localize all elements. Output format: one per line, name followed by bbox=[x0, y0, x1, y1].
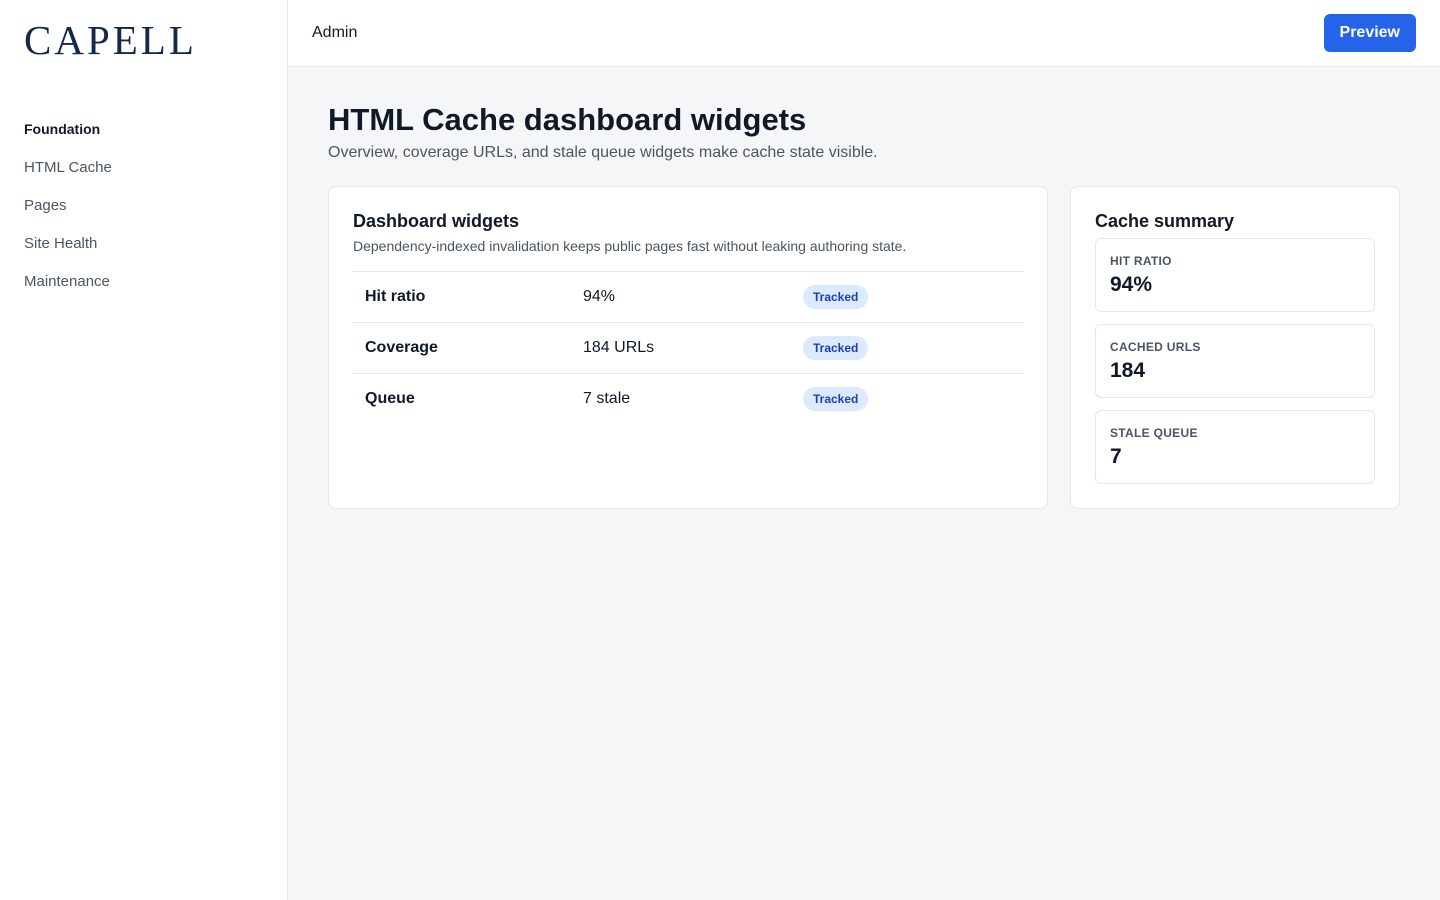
sidebar-item-site-health[interactable]: Site Health bbox=[24, 224, 263, 262]
topbar: Admin Preview bbox=[288, 0, 1440, 67]
stat-hit-ratio: HIT RATIO 94% bbox=[1095, 238, 1375, 313]
summary-card-title: Cache summary bbox=[1095, 211, 1235, 232]
stat-value: 7 bbox=[1110, 445, 1122, 469]
topbar-title: Admin bbox=[312, 24, 358, 41]
table-row: Hit ratio 94% Tracked bbox=[353, 271, 1023, 323]
stat-label: STALE QUEUE bbox=[1110, 426, 1198, 441]
dashboard-widgets-card: Dashboard widgets Dependency-indexed inv… bbox=[328, 186, 1048, 510]
row-status-cell: Tracked bbox=[803, 272, 1023, 323]
table-row: Coverage 184 URLs Tracked bbox=[353, 322, 1023, 374]
cache-summary-card: Cache summary HIT RATIO 94% CACHED URLS … bbox=[1070, 186, 1400, 510]
row-status-cell: Tracked bbox=[803, 374, 1023, 425]
sidebar-nav: Foundation HTML Cache Pages Site Health … bbox=[24, 110, 263, 300]
sidebar-item-html-cache[interactable]: HTML Cache bbox=[24, 148, 263, 186]
stat-value: 94% bbox=[1110, 273, 1153, 297]
main-area: Admin Preview HTML Cache dashboard widge… bbox=[288, 0, 1440, 900]
app-shell: CAPELL Foundation HTML Cache Pages Site … bbox=[0, 0, 1440, 900]
row-status-cell: Tracked bbox=[803, 323, 1023, 374]
sidebar-item-maintenance[interactable]: Maintenance bbox=[24, 262, 263, 300]
row-value: 7 stale bbox=[583, 390, 631, 408]
status-badge: Tracked bbox=[803, 285, 869, 310]
brand-logo[interactable]: CAPELL bbox=[24, 19, 197, 61]
widgets-card-title: Dashboard widgets bbox=[353, 211, 520, 232]
row-value: 184 URLs bbox=[583, 339, 655, 357]
stat-stale-queue: STALE QUEUE 7 bbox=[1095, 410, 1375, 485]
stat-list: HIT RATIO 94% CACHED URLS 184 STALE QUEU… bbox=[1095, 238, 1375, 485]
row-label: Queue bbox=[365, 390, 415, 408]
status-badge: Tracked bbox=[803, 387, 869, 412]
preview-button[interactable]: Preview bbox=[1323, 14, 1416, 52]
row-label: Hit ratio bbox=[365, 288, 426, 306]
row-label: Coverage bbox=[365, 339, 438, 357]
status-badge: Tracked bbox=[803, 336, 869, 361]
table-row: Queue 7 stale Tracked bbox=[353, 373, 1023, 425]
page-title: HTML Cache dashboard widgets bbox=[328, 102, 807, 137]
sidebar-item-pages[interactable]: Pages bbox=[24, 186, 263, 224]
content: HTML Cache dashboard widgets Overview, c… bbox=[288, 67, 1440, 510]
widgets-card-description: Dependency-indexed invalidation keeps pu… bbox=[353, 238, 907, 255]
widgets-table: Hit ratio 94% Tracked Coverage 184 URLs bbox=[353, 271, 1023, 425]
stat-label: HIT RATIO bbox=[1110, 254, 1172, 269]
stat-value: 184 bbox=[1110, 359, 1146, 383]
brand: CAPELL bbox=[24, 0, 263, 80]
panels: Dashboard widgets Dependency-indexed inv… bbox=[328, 186, 1400, 510]
sidebar: CAPELL Foundation HTML Cache Pages Site … bbox=[0, 0, 288, 900]
row-value: 94% bbox=[583, 288, 616, 306]
page-subtitle: Overview, coverage URLs, and stale queue… bbox=[328, 144, 878, 162]
sidebar-item-foundation[interactable]: Foundation bbox=[24, 110, 263, 148]
stat-cached-urls: CACHED URLS 184 bbox=[1095, 324, 1375, 399]
stat-label: CACHED URLS bbox=[1110, 340, 1201, 355]
